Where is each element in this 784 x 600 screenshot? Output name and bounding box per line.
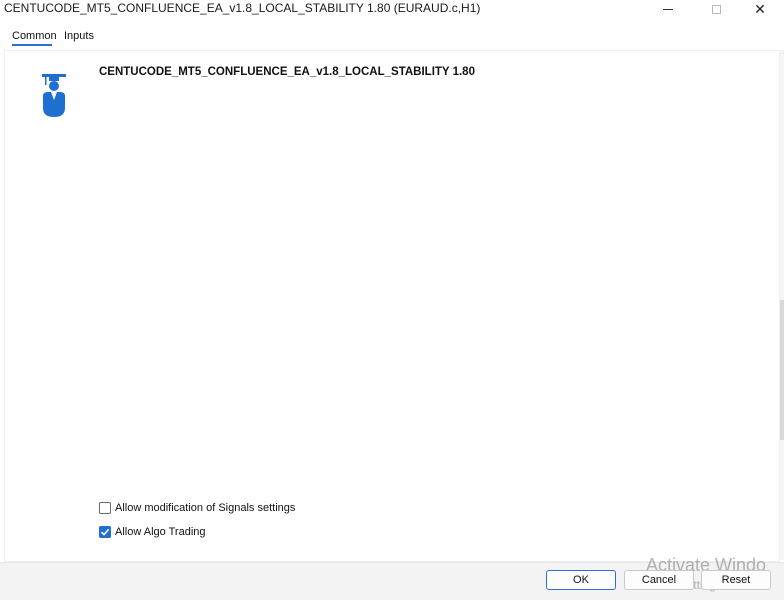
checkbox-checked[interactable] — [99, 526, 111, 538]
ok-button[interactable]: OK — [546, 570, 616, 590]
option-allow-signals-modification[interactable]: Allow modification of Signals settings — [99, 502, 295, 514]
expert-advisor-icon — [42, 74, 66, 117]
active-tab-indicator — [12, 44, 52, 46]
maximize-button[interactable] — [696, 0, 736, 18]
close-button[interactable]: ✕ — [740, 0, 780, 18]
option-label: Allow Algo Trading — [115, 526, 206, 538]
option-allow-algo-trading[interactable]: Allow Algo Trading — [99, 526, 206, 538]
cancel-button[interactable]: Cancel — [624, 570, 694, 590]
expert-name: CENTUCODE_MT5_CONFLUENCE_EA_v1.8_LOCAL_S… — [99, 66, 475, 78]
tab-bar: Common Inputs — [0, 26, 784, 50]
checkmark-icon — [100, 528, 110, 536]
common-panel — [4, 50, 780, 562]
window-title: CENTUCODE_MT5_CONFLUENCE_EA_v1.8_LOCAL_S… — [4, 1, 481, 15]
option-label: Allow modification of Signals settings — [115, 502, 296, 514]
scrollbar-thumb[interactable] — [780, 300, 784, 440]
minimize-button[interactable] — [648, 0, 688, 18]
tab-inputs[interactable]: Inputs — [64, 30, 94, 42]
minimize-icon — [663, 8, 673, 10]
checkbox-unchecked[interactable] — [99, 502, 111, 514]
tab-common[interactable]: Common — [12, 30, 57, 42]
title-bar: CENTUCODE_MT5_CONFLUENCE_EA_v1.8_LOCAL_S… — [0, 0, 784, 18]
reset-button[interactable]: Reset — [701, 570, 771, 590]
close-icon: ✕ — [754, 1, 766, 17]
maximize-icon — [711, 4, 721, 14]
